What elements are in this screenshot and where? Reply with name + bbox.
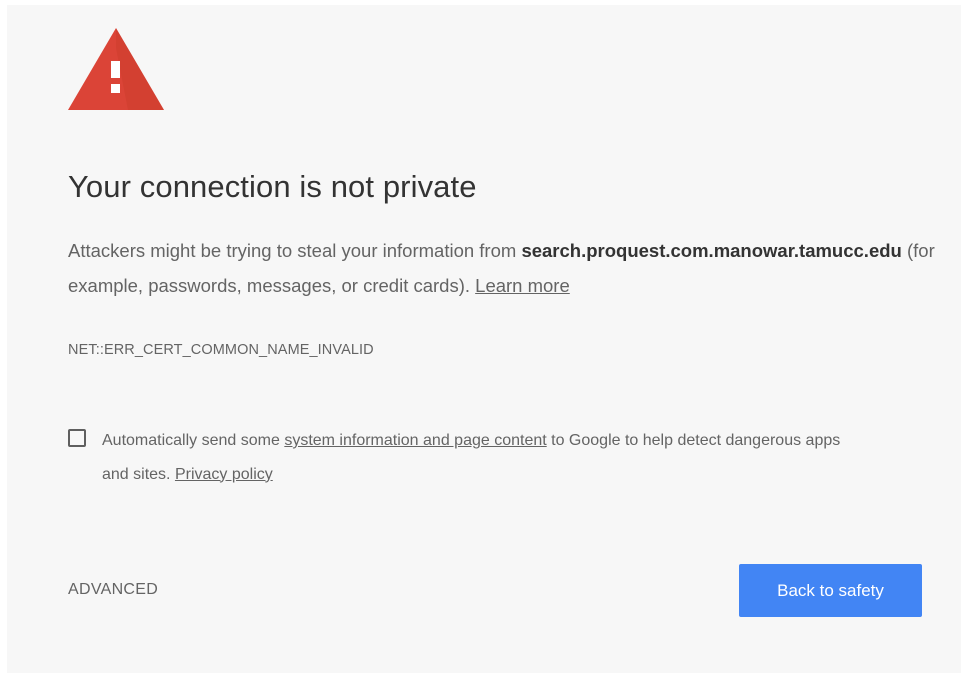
error-code: NET::ERR_CERT_COMMON_NAME_INVALID (68, 342, 374, 358)
learn-more-link[interactable]: Learn more (475, 275, 570, 296)
optin-label: Automatically send some system informati… (102, 424, 862, 491)
privacy-policy-link[interactable]: Privacy policy (175, 466, 273, 483)
advanced-button[interactable]: ADVANCED (68, 581, 158, 599)
description-prefix: Attackers might be trying to steal your … (68, 240, 522, 261)
send-info-checkbox[interactable] (68, 429, 86, 447)
interstitial-page: Your connection is not private Attackers… (7, 5, 961, 673)
system-info-link[interactable]: system information and page content (284, 432, 546, 449)
back-to-safety-button[interactable]: Back to safety (739, 564, 922, 617)
page-title: Your connection is not private (68, 169, 477, 204)
optin-prefix: Automatically send some (102, 432, 285, 449)
warning-triangle-icon (68, 28, 164, 110)
error-description: Attackers might be trying to steal your … (68, 234, 938, 303)
host-name: search.proquest.com.manowar.tamucc.edu (521, 240, 902, 261)
